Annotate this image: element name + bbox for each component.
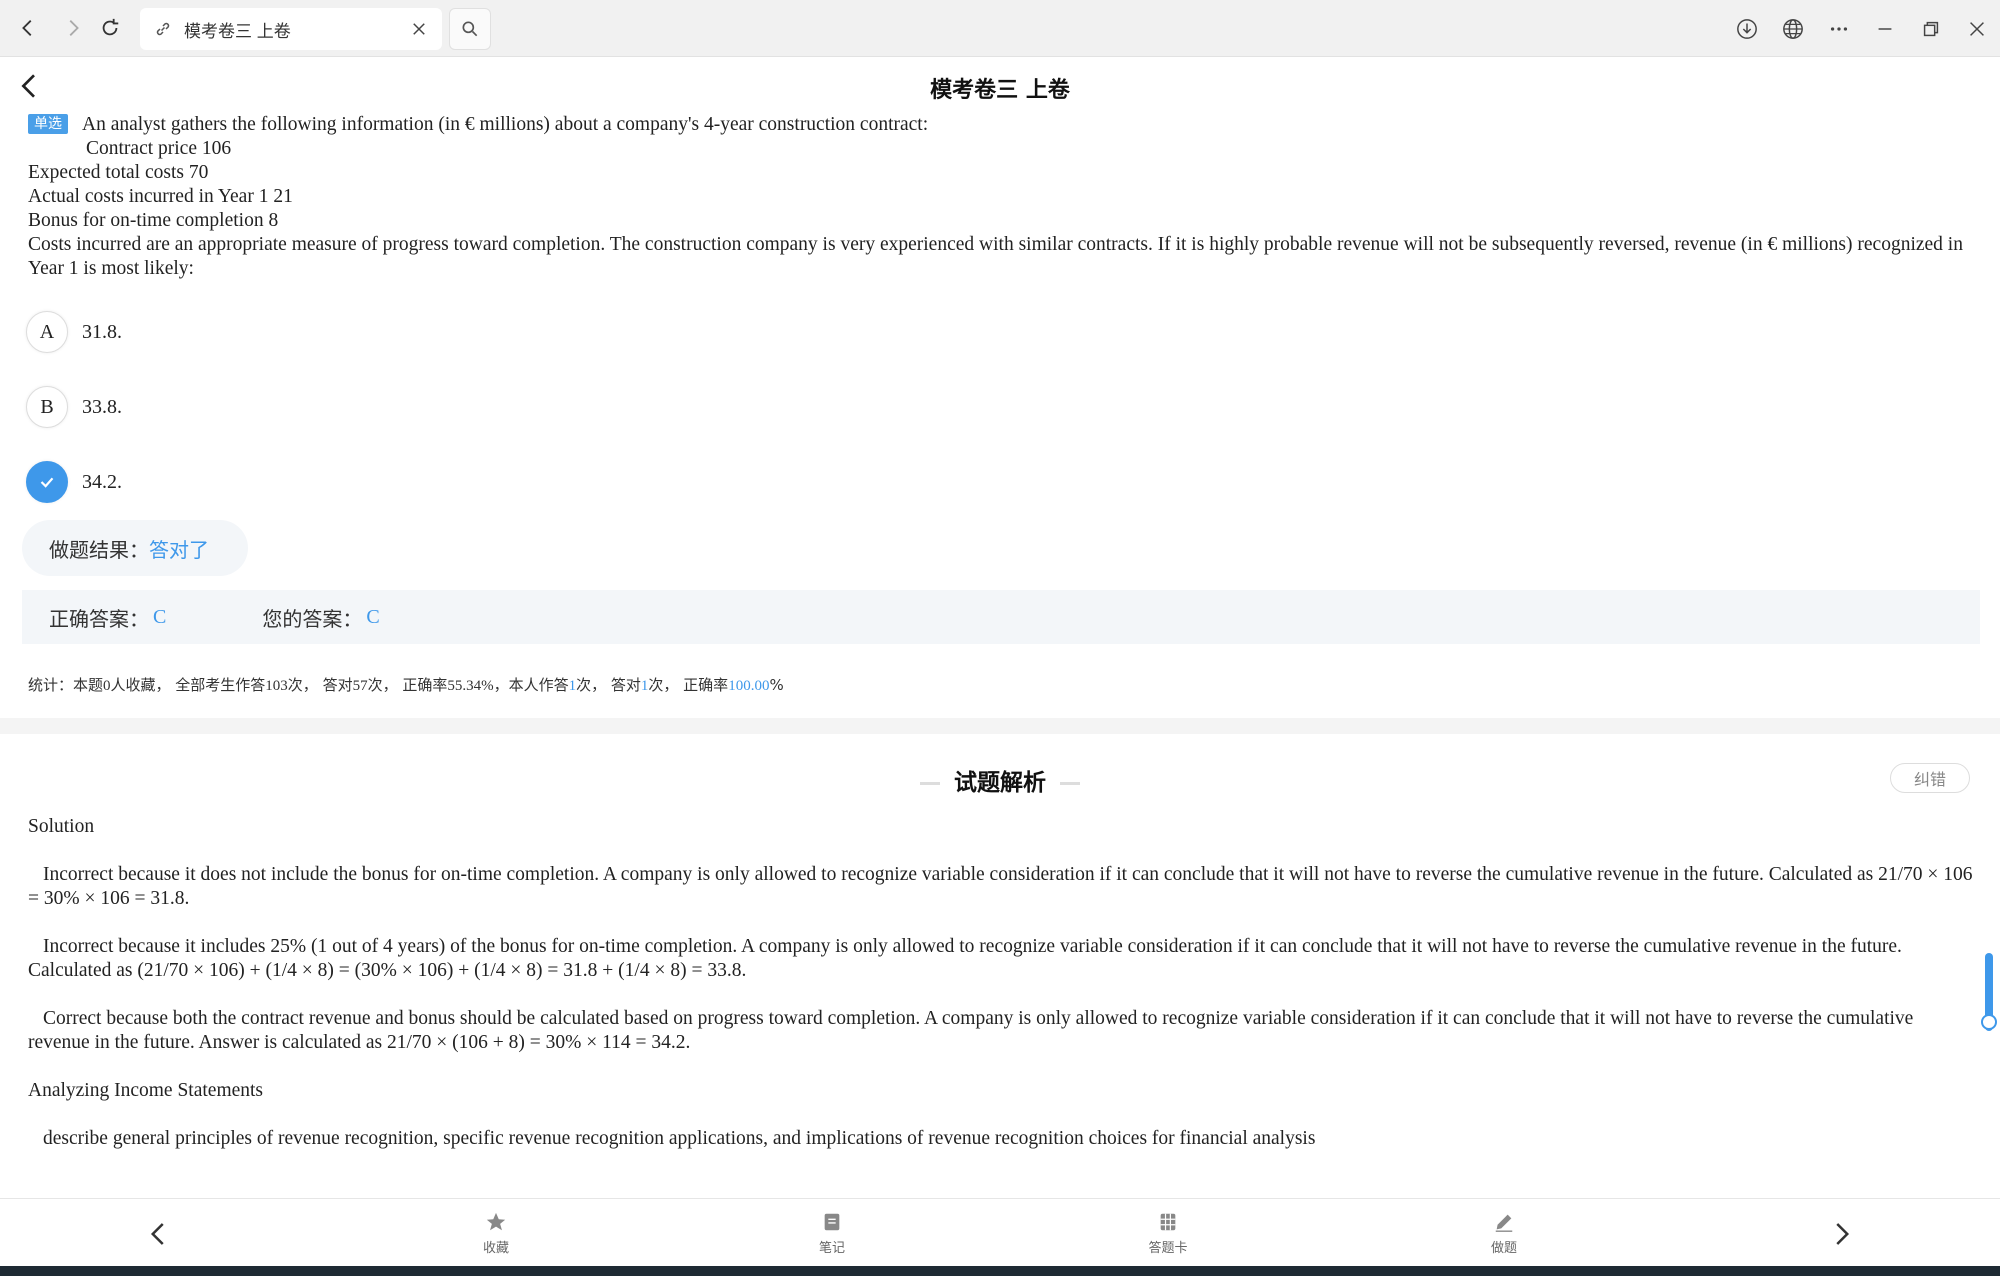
favorite-button[interactable]: 收藏 [456,1211,536,1256]
stats-my-answers: 1 [568,678,577,694]
scrollbar-handle[interactable] [1981,1014,1997,1030]
stats-text: % [769,676,784,694]
question-line: Contract price 106 [86,138,232,159]
stats-text: 次， 正确率 [648,676,729,694]
result-value: 答对了 [149,537,209,562]
option-text: 34.2. [82,470,122,493]
stats-text: 统计：本题 [28,676,104,694]
solution-paragraph: Correct because both the contract revenu… [28,1008,1914,1053]
stats-total-rate: 55.34% [447,678,494,694]
correct-answer-label: 正确答案： [49,606,149,631]
tab-title: 模考卷三 上卷 [184,21,291,41]
practice-label: 做题 [1490,1241,1517,1256]
question-line: Bonus for on-time completion 8 [28,210,279,231]
more-icon[interactable] [1823,13,1855,45]
notes-button[interactable]: 笔记 [792,1211,872,1256]
question-line: An analyst gathers the following informa… [82,114,929,135]
option-letter: B [26,386,68,428]
search-icon[interactable] [449,8,491,50]
stats-total-answers: 103 [265,678,288,694]
solution-paragraph: Incorrect because it does not include th… [28,864,1973,909]
solution-paragraph: Incorrect because it includes 25% (1 out… [28,936,1902,981]
question-type-badge: 单选 [28,114,68,134]
option-text: 33.8. [82,395,122,418]
report-error-button[interactable]: 纠错 [1890,763,1970,793]
option-b[interactable]: B 33.8. [26,385,122,429]
stats-text: 次， 答对 [287,676,353,694]
stats-total-correct: 57 [352,678,368,694]
question-stem: 单选 An analyst gathers the following infor… [28,113,1978,281]
link-icon [156,22,170,36]
option-c[interactable]: 34.2. [26,460,122,504]
stats-my-rate: 100.00 [728,678,770,694]
question-line: Actual costs incurred in Year 1 21 [28,186,293,207]
option-a[interactable]: A 31.8. [26,310,122,354]
stats-text: ，本人作答 [493,676,569,694]
download-icon[interactable] [1731,13,1763,45]
result-badge: 做题结果： 答对了 [22,520,248,576]
result-label: 做题结果： [49,537,149,562]
correct-answer-value: C [153,605,167,628]
globe-icon[interactable] [1777,13,1809,45]
page-title: 模考卷三 上卷 [930,78,1070,103]
analysis-title: 试题解析 [0,763,2000,797]
reload-icon[interactable] [92,10,128,46]
previous-question-icon[interactable] [144,1217,174,1251]
solution-heading: Solution [28,816,95,837]
star-icon [486,1212,506,1231]
question-line: Expected total costs 70 [28,162,209,183]
option-text: 31.8. [82,320,122,343]
page-header: 模考卷三 上卷 [0,57,2000,117]
answer-summary: 正确答案： C 您的答案： C [22,590,1980,644]
minimize-icon[interactable] [1869,13,1901,45]
grid-icon [1160,1213,1176,1231]
topic-heading: Analyzing Income Statements [28,1080,264,1101]
pencil-icon [1495,1214,1513,1232]
checkmark-icon [26,461,68,503]
statistics: 统计：本题0人收藏， 全部考生作答103次， 答对57次， 正确率55.34%，… [28,674,784,695]
stats-text: 次， 正确率 [367,676,448,694]
your-answer-value: C [366,605,380,628]
browser-tab[interactable]: 模考卷三 上卷 [140,8,442,50]
close-icon[interactable] [410,20,428,38]
practice-button[interactable]: 做题 [1464,1211,1544,1256]
answer-card-label: 答题卡 [1148,1241,1188,1256]
stats-favorites: 0 [103,678,111,694]
restore-icon[interactable] [1915,13,1947,45]
notes-icon [824,1213,840,1231]
next-question-icon[interactable] [1826,1217,1856,1251]
stats-text: 次， 答对 [576,676,641,694]
bottom-toolbar: 收藏 笔记 答题卡 做题 [0,1198,2000,1266]
your-answer-label: 您的答案： [262,606,363,631]
section-divider [0,718,2000,734]
answer-card-button[interactable]: 答题卡 [1128,1211,1208,1256]
favorite-label: 收藏 [482,1241,509,1256]
forward-arrow-icon[interactable] [55,10,91,46]
taskbar-strip [0,1266,2000,1276]
notes-label: 笔记 [818,1241,845,1256]
browser-toolbar: 模考卷三 上卷 [0,0,2000,57]
analysis-title-text: 试题解析 [954,770,1046,796]
back-arrow-icon[interactable] [10,10,46,46]
window-close-icon[interactable] [1961,13,1993,45]
stats-text: 人收藏， 全部考生作答 [110,676,266,694]
topic-text: describe general principles of revenue r… [43,1128,1316,1149]
analysis-body: Solution Incorrect because it does not i… [28,815,1973,1175]
question-line: Costs incurred are an appropriate measur… [28,234,1963,279]
option-letter: A [26,311,68,353]
